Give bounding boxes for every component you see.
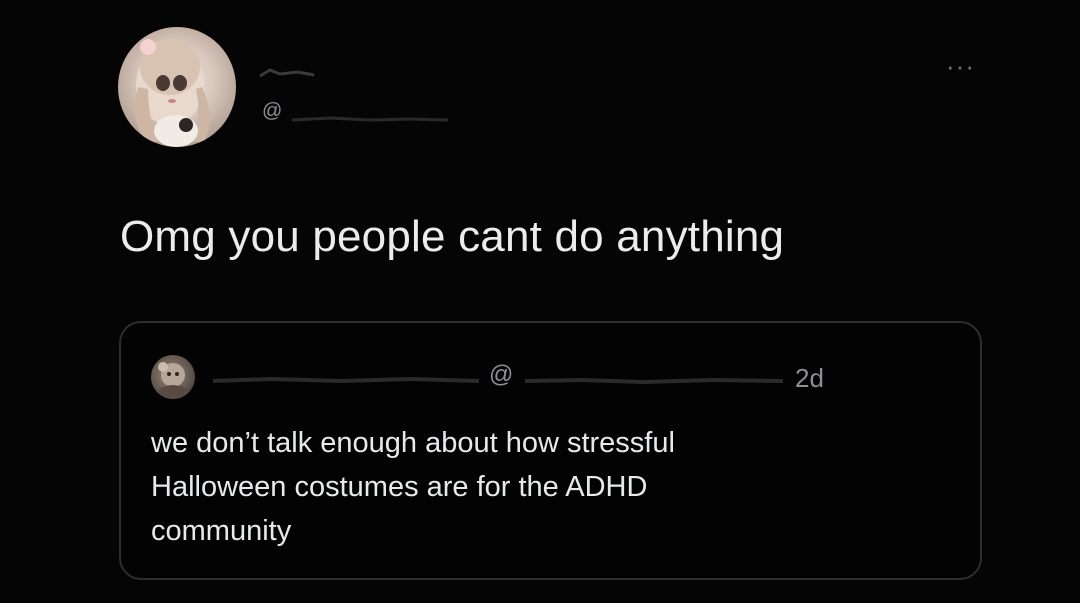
tweet-text: Omg you people cant do anything <box>120 212 785 261</box>
quoted-text-line: we don’t talk enough about how stressful <box>151 427 675 459</box>
display-name-redacted <box>259 68 315 78</box>
tweet: @ ··· Omg you people cant do anything @ … <box>0 0 1080 603</box>
quoted-text-line: Halloween costumes are for the ADHD <box>151 471 648 503</box>
quoted-tweet-text: we don’t talk enough about how stressful… <box>151 421 911 553</box>
quoted-tweet-card[interactable]: @ 2d we don’t talk enough about how stre… <box>119 321 982 580</box>
quoted-author-handle[interactable]: @ <box>489 361 513 389</box>
author-avatar[interactable] <box>118 27 236 147</box>
quoted-handle-redacted <box>524 377 784 385</box>
quoted-timestamp[interactable]: 2d <box>795 363 824 394</box>
author-handle[interactable]: @ <box>262 100 282 123</box>
quoted-author-avatar[interactable] <box>151 355 195 399</box>
quoted-avatar-image <box>157 362 189 399</box>
more-options-icon[interactable]: ··· <box>946 53 975 79</box>
handle-redacted <box>291 116 449 122</box>
avatar-doll-image <box>134 39 210 147</box>
quoted-text-line: community <box>151 515 292 547</box>
quoted-display-name-redacted <box>212 376 480 384</box>
